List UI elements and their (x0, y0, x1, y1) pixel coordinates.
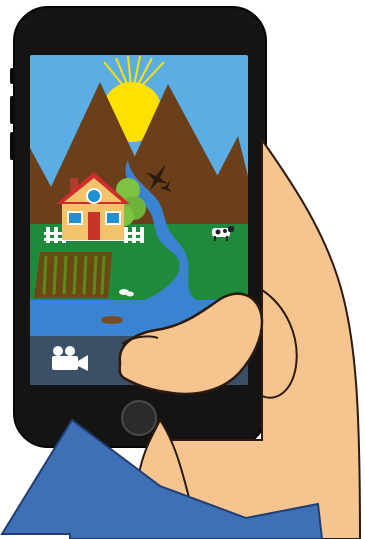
phone-side-button (10, 68, 15, 84)
sheep (126, 291, 134, 297)
phone-side-button (10, 96, 15, 124)
phone-camera-illustration (0, 6, 362, 539)
phone-side-button (10, 132, 15, 160)
rowboat (101, 316, 123, 324)
home-button-icon[interactable] (121, 400, 157, 436)
illustration-stage (0, 0, 365, 539)
